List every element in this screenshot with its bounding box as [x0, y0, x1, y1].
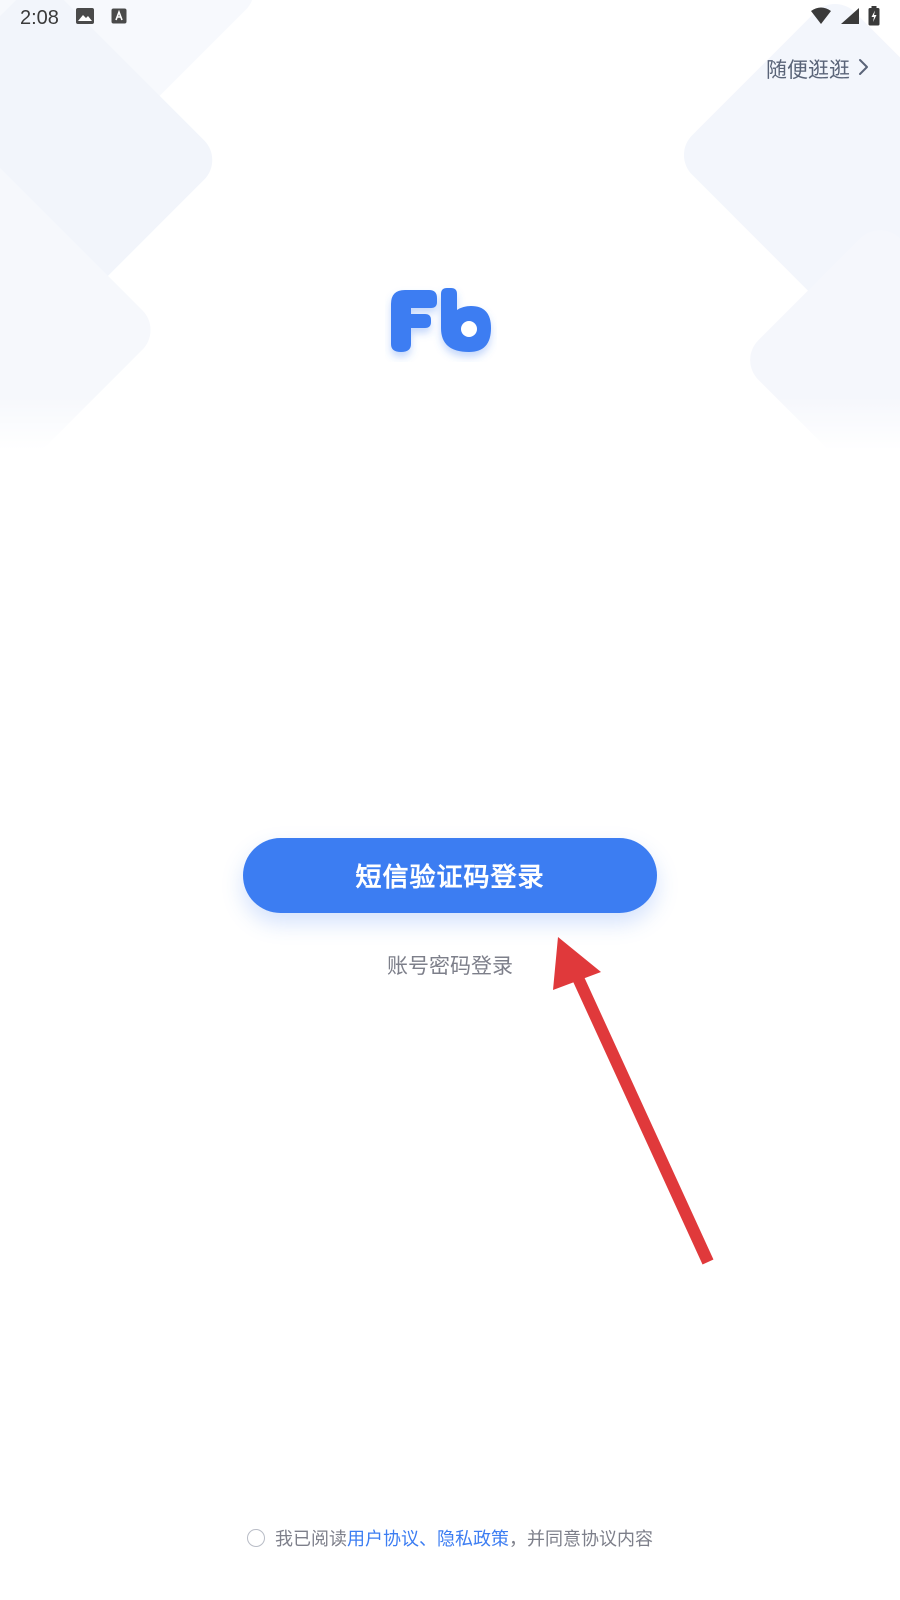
browse-label: 随便逛逛 — [766, 58, 850, 82]
status-bar: 2:08 — [0, 0, 900, 36]
background-fade — [0, 0, 900, 450]
image-icon — [75, 7, 95, 29]
sms-login-button[interactable]: 短信验证码登录 — [243, 838, 657, 913]
agreement-separator: 、 — [419, 1529, 437, 1550]
agreement-text: 我已阅读用户协议、隐私政策，并同意协议内容 — [275, 1525, 653, 1551]
user-agreement-link[interactable]: 用户协议 — [347, 1529, 419, 1550]
privacy-policy-link[interactable]: 隐私政策 — [437, 1529, 509, 1550]
battery-charging-icon — [868, 6, 880, 30]
app-logo-icon — [385, 282, 497, 362]
login-screen: 2:08 随便逛逛 短信验证码登录 账号密码登录 我已阅读用户协议、隐私政策，并… — [0, 0, 900, 1600]
browse-as-guest-link[interactable]: 随便逛逛 — [766, 54, 870, 84]
status-bar-right — [810, 6, 880, 30]
status-bar-left: 2:08 — [20, 7, 127, 30]
agreement-prefix: 我已阅读 — [275, 1529, 347, 1550]
chevron-right-icon — [858, 57, 870, 81]
agreement-suffix: ，并同意协议内容 — [509, 1529, 653, 1550]
account-password-login-link[interactable]: 账号密码登录 — [0, 950, 900, 980]
wifi-icon — [810, 7, 832, 29]
status-time: 2:08 — [20, 6, 59, 29]
a-box-icon — [111, 8, 127, 28]
signal-icon — [840, 7, 860, 29]
agreement-row: 我已阅读用户协议、隐私政策，并同意协议内容 — [0, 1525, 900, 1551]
agreement-checkbox[interactable] — [247, 1529, 265, 1547]
background-decoration — [0, 0, 900, 450]
